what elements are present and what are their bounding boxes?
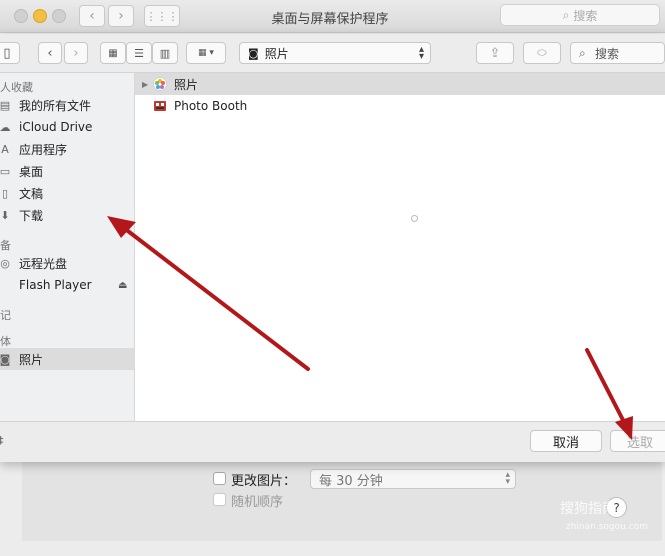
- sidebar-item-icloud[interactable]: ☁ iCloud Drive: [0, 116, 134, 138]
- close-window-button[interactable]: [14, 9, 28, 23]
- sidebar-toggle-button[interactable]: ▯: [0, 42, 20, 64]
- sidebar-item-remote-disc[interactable]: ◎ 远程光盘: [0, 252, 134, 274]
- forward-button[interactable]: ›: [108, 5, 134, 27]
- sidebar-item-flash-player[interactable]: Flash Player ⏏: [0, 274, 134, 296]
- chevron-left-icon: ‹: [47, 45, 53, 61]
- sidebar-item-photos[interactable]: ◙ 照片: [0, 348, 134, 370]
- location-select[interactable]: ◙ 照片 ▴ ▾: [239, 42, 431, 64]
- disclosure-triangle-icon[interactable]: ▶: [142, 80, 148, 89]
- sidebar-heading-favorites: 人收藏: [0, 81, 33, 94]
- search-icon: ⌕: [562, 7, 570, 22]
- sidebar-item-label: 桌面: [19, 164, 44, 179]
- random-order-label: 随机顺序: [231, 495, 284, 510]
- tag-icon: ⬭: [537, 46, 547, 59]
- minimize-window-button[interactable]: [33, 9, 47, 23]
- sidebar-item-label: 应用程序: [19, 142, 68, 157]
- window-search-field[interactable]: ⌕ 搜索: [500, 4, 660, 26]
- watermark-url: zhinan.sogou.com: [566, 522, 648, 532]
- sidebar-item-all-files[interactable]: ▤ 我的所有文件: [0, 94, 134, 116]
- interval-select[interactable]: 每 30 分钟 ▴ ▾: [310, 469, 516, 489]
- sidebar-item-label: 我的所有文件: [19, 98, 92, 113]
- column-view-icon: ▥: [159, 46, 171, 60]
- camera-icon: ◙: [248, 46, 259, 60]
- chevron-right-icon: ›: [73, 45, 79, 61]
- open-dialog: ▯ ‹ › ▦ ☰ ▥ ▦ ▾ ◙ 照片 ▴ ▾ ⇪ ⬭ ⌕ 搜索 人收藏 ▤ 我…: [0, 34, 665, 462]
- photos-icon: [153, 77, 167, 91]
- sidebar-item-applications[interactable]: A 应用程序: [0, 138, 134, 160]
- loading-spinner-icon: [411, 215, 418, 222]
- sidebar-item-label: 文稿: [19, 186, 44, 201]
- sidebar-heading-devices: 备: [0, 239, 11, 252]
- icon-view-button[interactable]: ▦: [100, 42, 126, 64]
- zoom-window-button[interactable]: [52, 9, 66, 23]
- dialog-forward-button[interactable]: ›: [64, 42, 88, 64]
- back-button[interactable]: ‹: [79, 5, 105, 27]
- sidebar-item-desktop[interactable]: ▭ 桌面: [0, 160, 134, 182]
- download-icon: ⬇: [0, 208, 10, 222]
- search-icon: ⌕: [579, 45, 586, 60]
- drive-icon: [0, 278, 12, 292]
- documents-icon: ▯: [1, 186, 9, 200]
- eject-icon[interactable]: ⏏: [118, 280, 127, 291]
- random-order-checkbox[interactable]: [213, 493, 226, 506]
- disc-icon: ◎: [0, 256, 10, 270]
- all-files-icon: ▤: [0, 98, 11, 112]
- sidebar-item-label: 远程光盘: [19, 256, 68, 271]
- sidebar-item-documents[interactable]: ▯ 文稿: [0, 182, 134, 204]
- dialog-search-field[interactable]: ⌕ 搜索: [570, 42, 665, 64]
- list-item-photo-booth[interactable]: Photo Booth: [135, 95, 665, 117]
- show-all-button[interactable]: ⋮⋮⋮: [144, 5, 180, 27]
- select-arrows-icon: ▴ ▾: [505, 470, 510, 487]
- list-item-photos[interactable]: ▶ 照片: [135, 73, 665, 95]
- sidebar-heading-media: 体: [0, 335, 11, 348]
- file-list: ▶ 照片 Photo Booth: [135, 73, 665, 421]
- share-icon: ⇪: [489, 45, 501, 61]
- change-picture-checkbox[interactable]: [213, 472, 226, 485]
- list-view-button[interactable]: ☰: [126, 42, 152, 64]
- list-item-label: Photo Booth: [174, 99, 248, 113]
- sidebar-item-label: 照片: [19, 352, 44, 367]
- desktop-icon: ▭: [0, 164, 11, 178]
- location-label: 照片: [264, 46, 289, 61]
- camera-icon: ◙: [0, 352, 11, 366]
- arrange-button[interactable]: ▦ ▾: [186, 42, 226, 64]
- column-view-button[interactable]: ▥: [152, 42, 178, 64]
- dialog-footer: ‡ 取消 选取: [0, 421, 665, 462]
- select-arrows-icon: ▴ ▾: [418, 44, 424, 62]
- choose-button[interactable]: 选取: [610, 430, 665, 452]
- list-item-label: 照片: [174, 77, 199, 92]
- sidebar-heading-shared: 记: [0, 309, 11, 322]
- list-view-icon: ☰: [134, 46, 144, 60]
- window-search-placeholder: 搜索: [573, 8, 598, 23]
- sidebar-item-label: 下载: [19, 208, 44, 223]
- dialog-back-button[interactable]: ‹: [38, 42, 62, 64]
- sidebar-item-label: Flash Player: [19, 278, 92, 292]
- grid-icon: ⋮⋮⋮: [145, 9, 179, 23]
- window-titlebar: ‹ › ⋮⋮⋮ 桌面与屏幕保护程序 ⌕ 搜索: [0, 0, 665, 33]
- sidebar-icon: ▯: [3, 45, 11, 61]
- watermark-text: 搜狗指南: [560, 501, 616, 517]
- change-picture-label: 更改图片：: [231, 474, 297, 489]
- interval-value: 每 30 分钟: [319, 473, 383, 489]
- photobooth-icon: [153, 99, 167, 113]
- tag-button[interactable]: ⬭: [523, 42, 561, 64]
- share-button[interactable]: ⇪: [476, 42, 514, 64]
- dialog-toolbar: ▯ ‹ › ▦ ☰ ▥ ▦ ▾ ◙ 照片 ▴ ▾ ⇪ ⬭ ⌕ 搜索: [0, 34, 665, 73]
- dialog-search-placeholder: 搜索: [595, 46, 620, 61]
- icon-view-icon: ▦: [108, 47, 118, 59]
- sidebar-item-downloads[interactable]: ⬇ 下载: [0, 204, 134, 226]
- footer-options-fragment: ‡: [0, 434, 4, 447]
- applications-icon: A: [1, 142, 9, 156]
- cancel-button[interactable]: 取消: [530, 430, 602, 452]
- chevron-left-icon: ‹: [89, 8, 95, 24]
- window-title: 桌面与屏幕保护程序: [271, 12, 389, 27]
- arrange-icon: ▦ ▾: [198, 48, 214, 58]
- chevron-right-icon: ›: [118, 8, 124, 24]
- sidebar-item-label: iCloud Drive: [19, 120, 93, 134]
- sidebar: 人收藏 ▤ 我的所有文件 ☁ iCloud Drive A 应用程序 ▭ 桌面 …: [0, 73, 135, 421]
- cloud-icon: ☁: [0, 120, 11, 134]
